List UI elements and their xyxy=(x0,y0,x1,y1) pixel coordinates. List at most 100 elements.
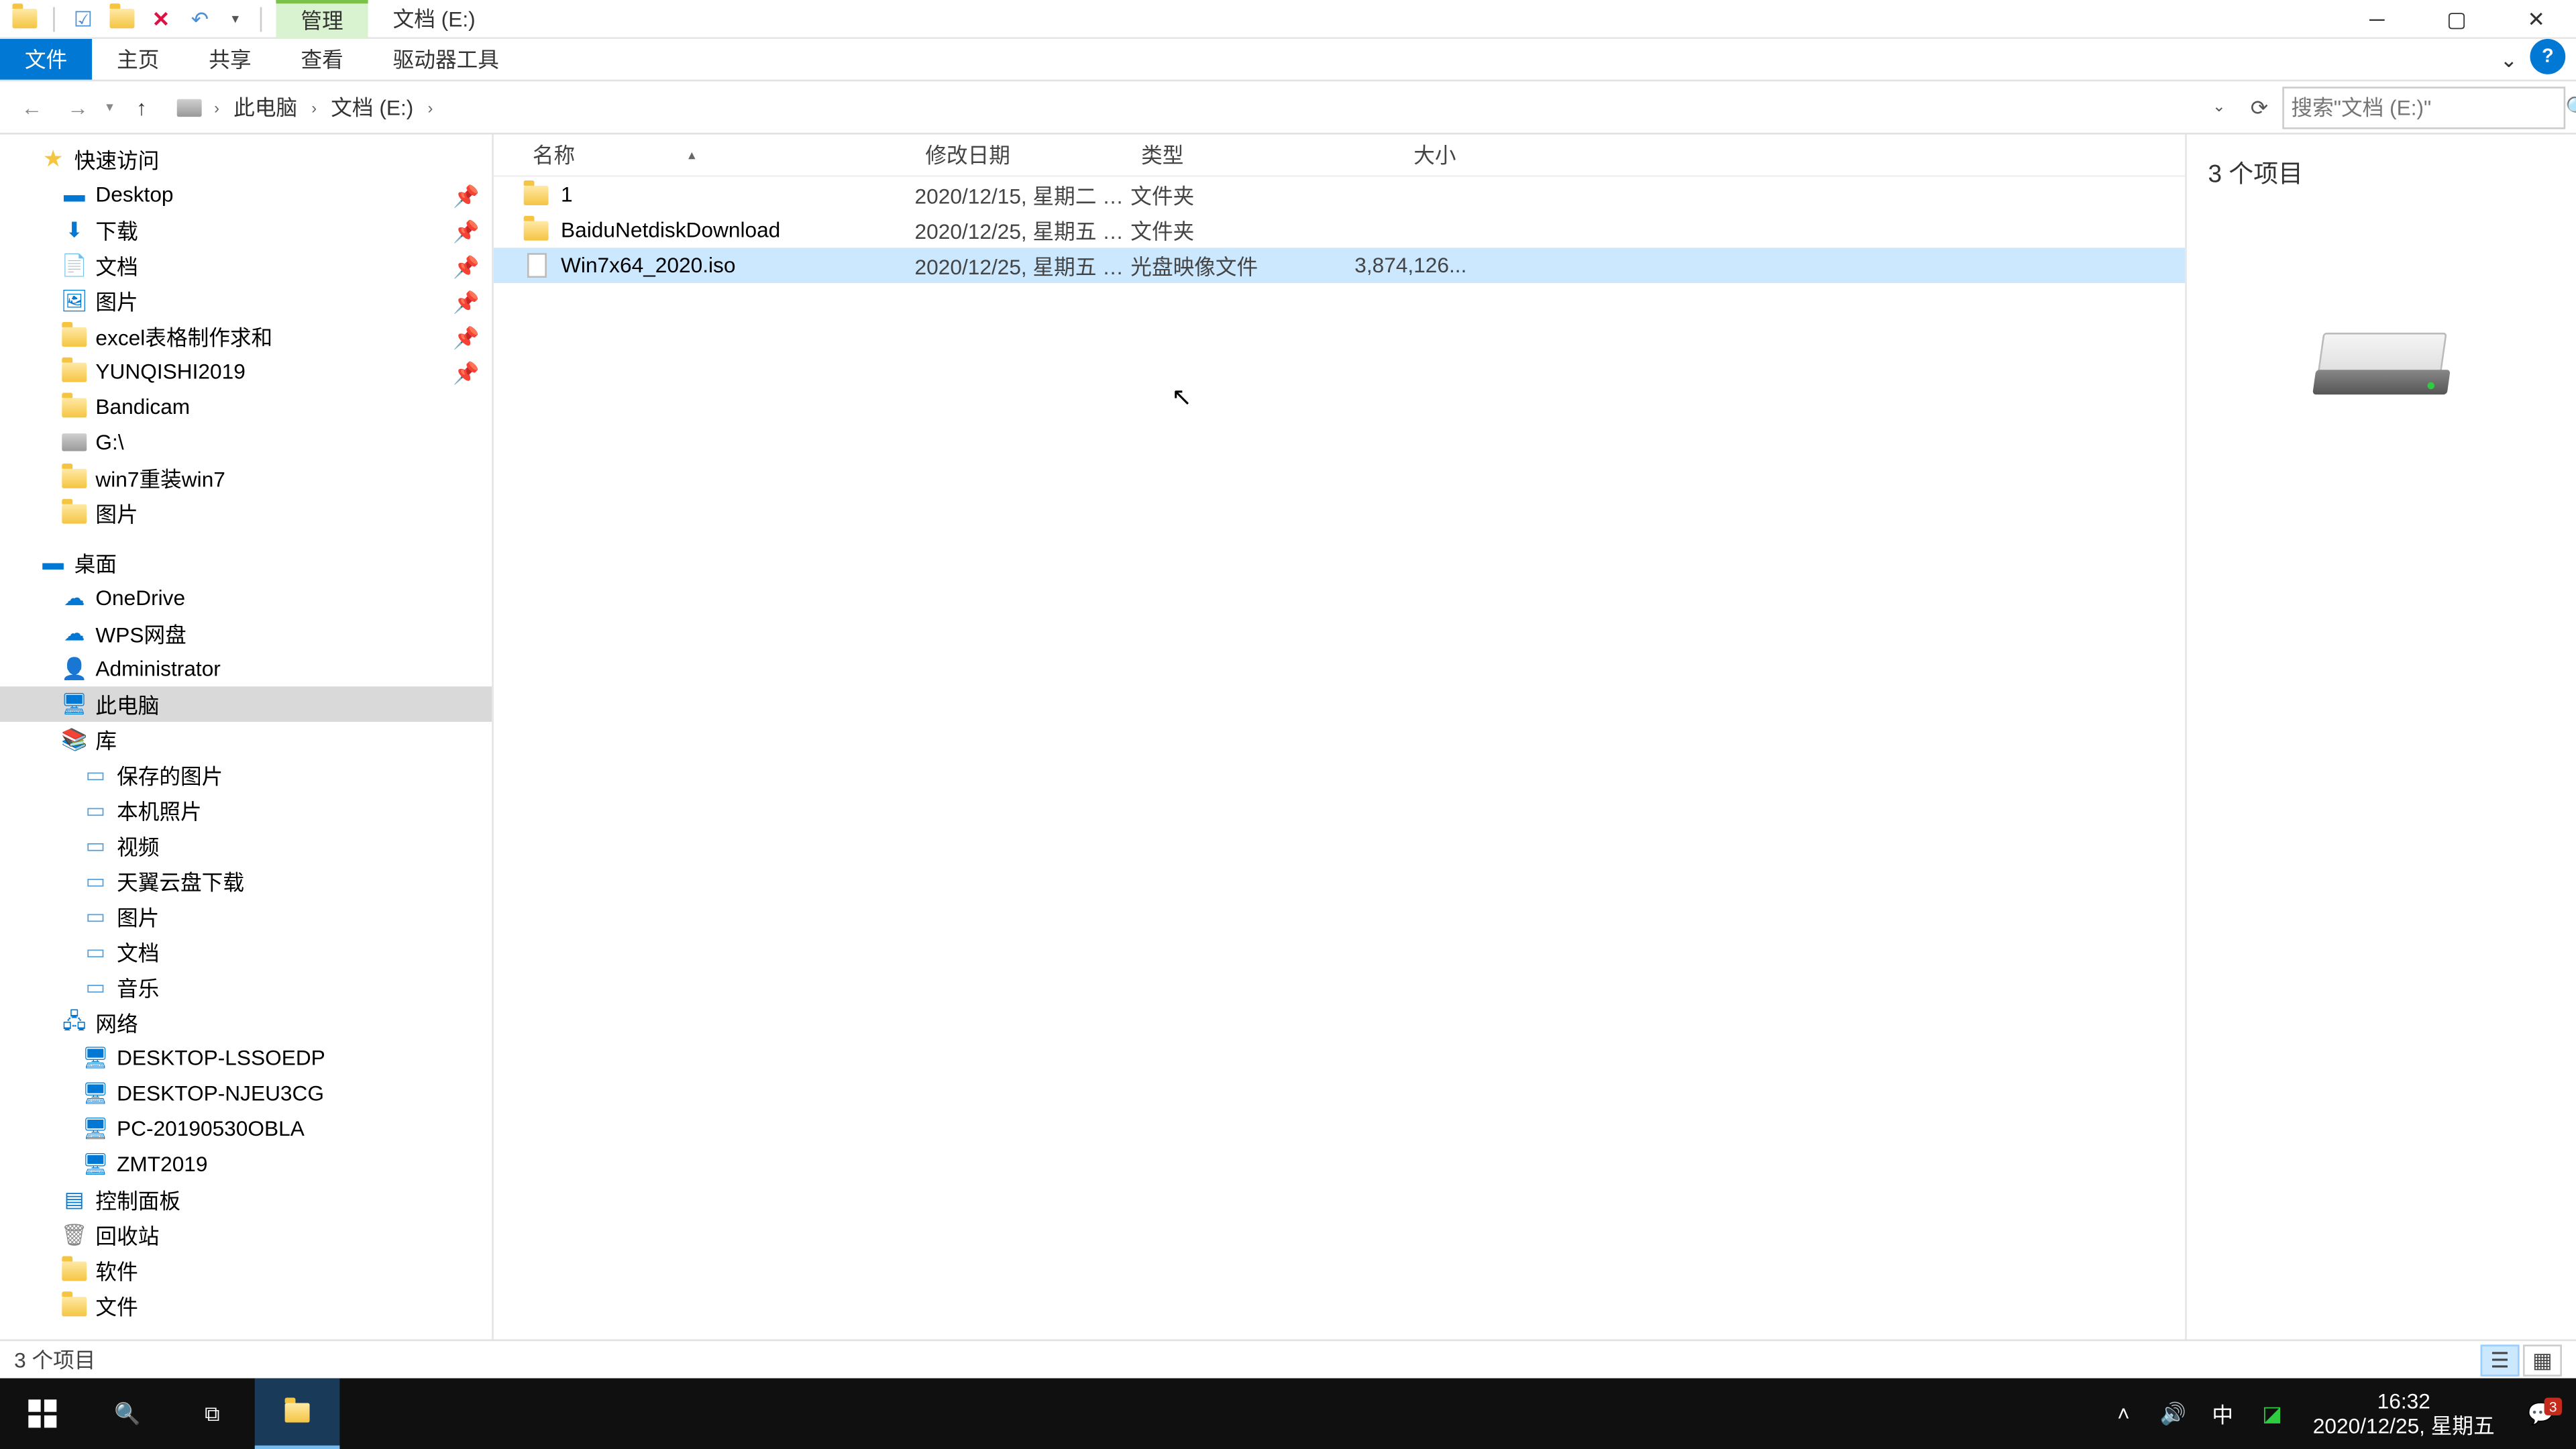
maximize-button[interactable]: ▢ xyxy=(2417,6,2497,31)
ime-icon[interactable]: 中 xyxy=(2207,1398,2239,1430)
tray-overflow-icon[interactable]: ˄ xyxy=(2108,1398,2139,1430)
tree-pics-lib[interactable]: ▭图片 xyxy=(0,899,492,934)
tree-video[interactable]: ▭视频 xyxy=(0,828,492,863)
contextual-tab[interactable]: 管理 xyxy=(276,0,368,38)
tree-music[interactable]: ▭音乐 xyxy=(0,969,492,1005)
tree-pc1[interactable]: 🖥DESKTOP-LSSOEDP xyxy=(0,1040,492,1076)
pin-icon: 📌 xyxy=(453,184,474,205)
tree-win7[interactable]: win7重装win7 xyxy=(0,460,492,496)
tree-software[interactable]: 软件 xyxy=(0,1252,492,1288)
tree-this-pc[interactable]: 🖥此电脑 xyxy=(0,686,492,722)
start-button[interactable] xyxy=(0,1379,85,1449)
tree-recycle[interactable]: 🗑回收站 xyxy=(0,1218,492,1253)
search-button[interactable]: 🔍 xyxy=(85,1379,170,1449)
address-bar: ← → ▾ ↑ › 此电脑 › 文档 (E:) › ⌄ ⟳ 🔍 xyxy=(0,81,2576,134)
file-type: 光盘映像文件 xyxy=(1130,250,1307,280)
chevron-right-icon[interactable]: › xyxy=(207,98,227,115)
tree-pictures[interactable]: 🖼图片📌 xyxy=(0,283,492,319)
tree-desktop-root[interactable]: ▬桌面 xyxy=(0,545,492,580)
tab-drive-tools[interactable]: 驱动器工具 xyxy=(368,39,524,80)
minimize-button[interactable]: ─ xyxy=(2337,6,2417,31)
nav-back-button[interactable]: ← xyxy=(11,86,53,128)
tree-pictures2[interactable]: 图片 xyxy=(0,495,492,531)
tree-docs-lib[interactable]: ▭文档 xyxy=(0,934,492,970)
tree-documents[interactable]: 📄文档📌 xyxy=(0,248,492,283)
main-area: ★快速访问 ▬Desktop📌 ⬇下载📌 📄文档📌 🖼图片📌 excel表格制作… xyxy=(0,134,2576,1339)
ribbon-expand-icon[interactable]: ⌄ xyxy=(2491,39,2526,80)
tree-saved-pics[interactable]: ▭保存的图片 xyxy=(0,757,492,793)
file-row[interactable]: Win7x64_2020.iso2020/12/25, 星期五 1...光盘映像… xyxy=(494,248,2185,283)
breadcrumb[interactable]: › 此电脑 › 文档 (E:) › xyxy=(166,86,2198,128)
tree-network[interactable]: 🖧网络 xyxy=(0,1005,492,1040)
crumb-this-pc[interactable]: 此电脑 xyxy=(230,92,301,122)
tree-downloads[interactable]: ⬇下载📌 xyxy=(0,212,492,248)
tab-file[interactable]: 文件 xyxy=(0,39,92,80)
tree-yunqishi[interactable]: YUNQISHI2019📌 xyxy=(0,354,492,389)
chevron-right-icon[interactable]: › xyxy=(305,98,324,115)
tab-share[interactable]: 共享 xyxy=(184,39,276,80)
column-headers[interactable]: 名称▴ 修改日期 类型 大小 xyxy=(494,134,2185,176)
col-type[interactable]: 类型 xyxy=(1130,140,1307,170)
search-field[interactable] xyxy=(2291,95,2565,119)
tab-view[interactable]: 查看 xyxy=(276,39,368,80)
tree-wps[interactable]: ☁WPS网盘 xyxy=(0,616,492,651)
tree-pc4[interactable]: 🖥ZMT2019 xyxy=(0,1146,492,1182)
clock-time: 16:32 xyxy=(2377,1388,2430,1413)
drive-icon xyxy=(60,428,89,456)
notification-button[interactable]: 💬 3 xyxy=(2506,1401,2576,1426)
file-rows[interactable]: 12020/12/15, 星期二 1...文件夹BaiduNetdiskDown… xyxy=(494,177,2185,1340)
tree-gdrive[interactable]: G:\ xyxy=(0,425,492,460)
clock[interactable]: 16:32 2020/12/25, 星期五 xyxy=(2302,1388,2506,1439)
tray-app-icon[interactable]: ◪ xyxy=(2256,1398,2288,1430)
file-row[interactable]: BaiduNetdiskDownload2020/12/25, 星期五 1...… xyxy=(494,212,2185,248)
library-icon: 📚 xyxy=(60,725,89,753)
document-icon: ▭ xyxy=(81,938,109,966)
drive-preview-icon xyxy=(2310,315,2452,403)
pc-icon: 🖥 xyxy=(81,1115,109,1143)
qat-undo-icon[interactable]: ↶ xyxy=(186,5,214,33)
volume-icon[interactable]: 🔊 xyxy=(2157,1398,2189,1430)
tree-onedrive[interactable]: ☁OneDrive xyxy=(0,580,492,616)
tree-bandicam[interactable]: Bandicam xyxy=(0,389,492,425)
qat-delete-icon[interactable]: ✕ xyxy=(147,5,175,33)
tree-tianyi[interactable]: ▭天翼云盘下载 xyxy=(0,863,492,899)
tree-library[interactable]: 📚库 xyxy=(0,722,492,757)
tree-control-panel[interactable]: ▤控制面板 xyxy=(0,1182,492,1218)
col-size[interactable]: 大小 xyxy=(1307,140,1466,170)
view-details-button[interactable]: ☰ xyxy=(2481,1344,2520,1375)
view-icons-button[interactable]: ▦ xyxy=(2523,1344,2562,1375)
refresh-icon[interactable]: ⟳ xyxy=(2240,88,2279,127)
search-input[interactable]: 🔍 xyxy=(2282,86,2565,128)
file-list-pane: 名称▴ 修改日期 类型 大小 12020/12/15, 星期二 1...文件夹B… xyxy=(492,134,2187,1339)
qat-properties-icon[interactable]: ☑ xyxy=(69,5,97,33)
tree-pc3[interactable]: 🖥PC-20190530OBLA xyxy=(0,1111,492,1146)
desktop-icon: ▬ xyxy=(60,180,89,209)
tree-pc2[interactable]: 🖥DESKTOP-NJEU3CG xyxy=(0,1076,492,1112)
nav-up-button[interactable]: ↑ xyxy=(120,86,162,128)
tree-camera[interactable]: ▭本机照片 xyxy=(0,793,492,828)
navigation-tree[interactable]: ★快速访问 ▬Desktop📌 ⬇下载📌 📄文档📌 🖼图片📌 excel表格制作… xyxy=(0,134,492,1339)
task-view-button[interactable]: ⧉ xyxy=(170,1379,255,1449)
pin-icon: 📌 xyxy=(453,255,474,276)
close-button[interactable]: ✕ xyxy=(2496,6,2576,31)
tree-files[interactable]: 文件 xyxy=(0,1288,492,1324)
crumb-current[interactable]: 文档 (E:) xyxy=(327,92,417,122)
tree-admin[interactable]: 👤Administrator xyxy=(0,651,492,687)
tree-desktop[interactable]: ▬Desktop📌 xyxy=(0,177,492,213)
tree-excel[interactable]: excel表格制作求和📌 xyxy=(0,319,492,354)
notification-badge: 3 xyxy=(2544,1398,2562,1415)
help-icon[interactable]: ? xyxy=(2530,39,2565,74)
address-history-icon[interactable]: ⌄ xyxy=(2202,97,2237,117)
qat-new-folder-icon[interactable] xyxy=(108,5,136,33)
search-icon[interactable]: 🔍 xyxy=(2565,95,2576,119)
chevron-right-icon[interactable]: › xyxy=(421,98,440,115)
pc-icon: 🖥 xyxy=(81,1150,109,1178)
tree-quick-access[interactable]: ★快速访问 xyxy=(0,142,492,177)
explorer-taskbar-button[interactable] xyxy=(255,1379,340,1449)
nav-history-icon[interactable]: ▾ xyxy=(103,99,117,115)
col-date[interactable]: 修改日期 xyxy=(915,140,1131,170)
tab-home[interactable]: 主页 xyxy=(92,39,184,80)
col-name[interactable]: 名称▴ xyxy=(522,140,915,170)
file-row[interactable]: 12020/12/15, 星期二 1...文件夹 xyxy=(494,177,2185,213)
qat-customize-icon[interactable]: ▾ xyxy=(225,11,246,27)
